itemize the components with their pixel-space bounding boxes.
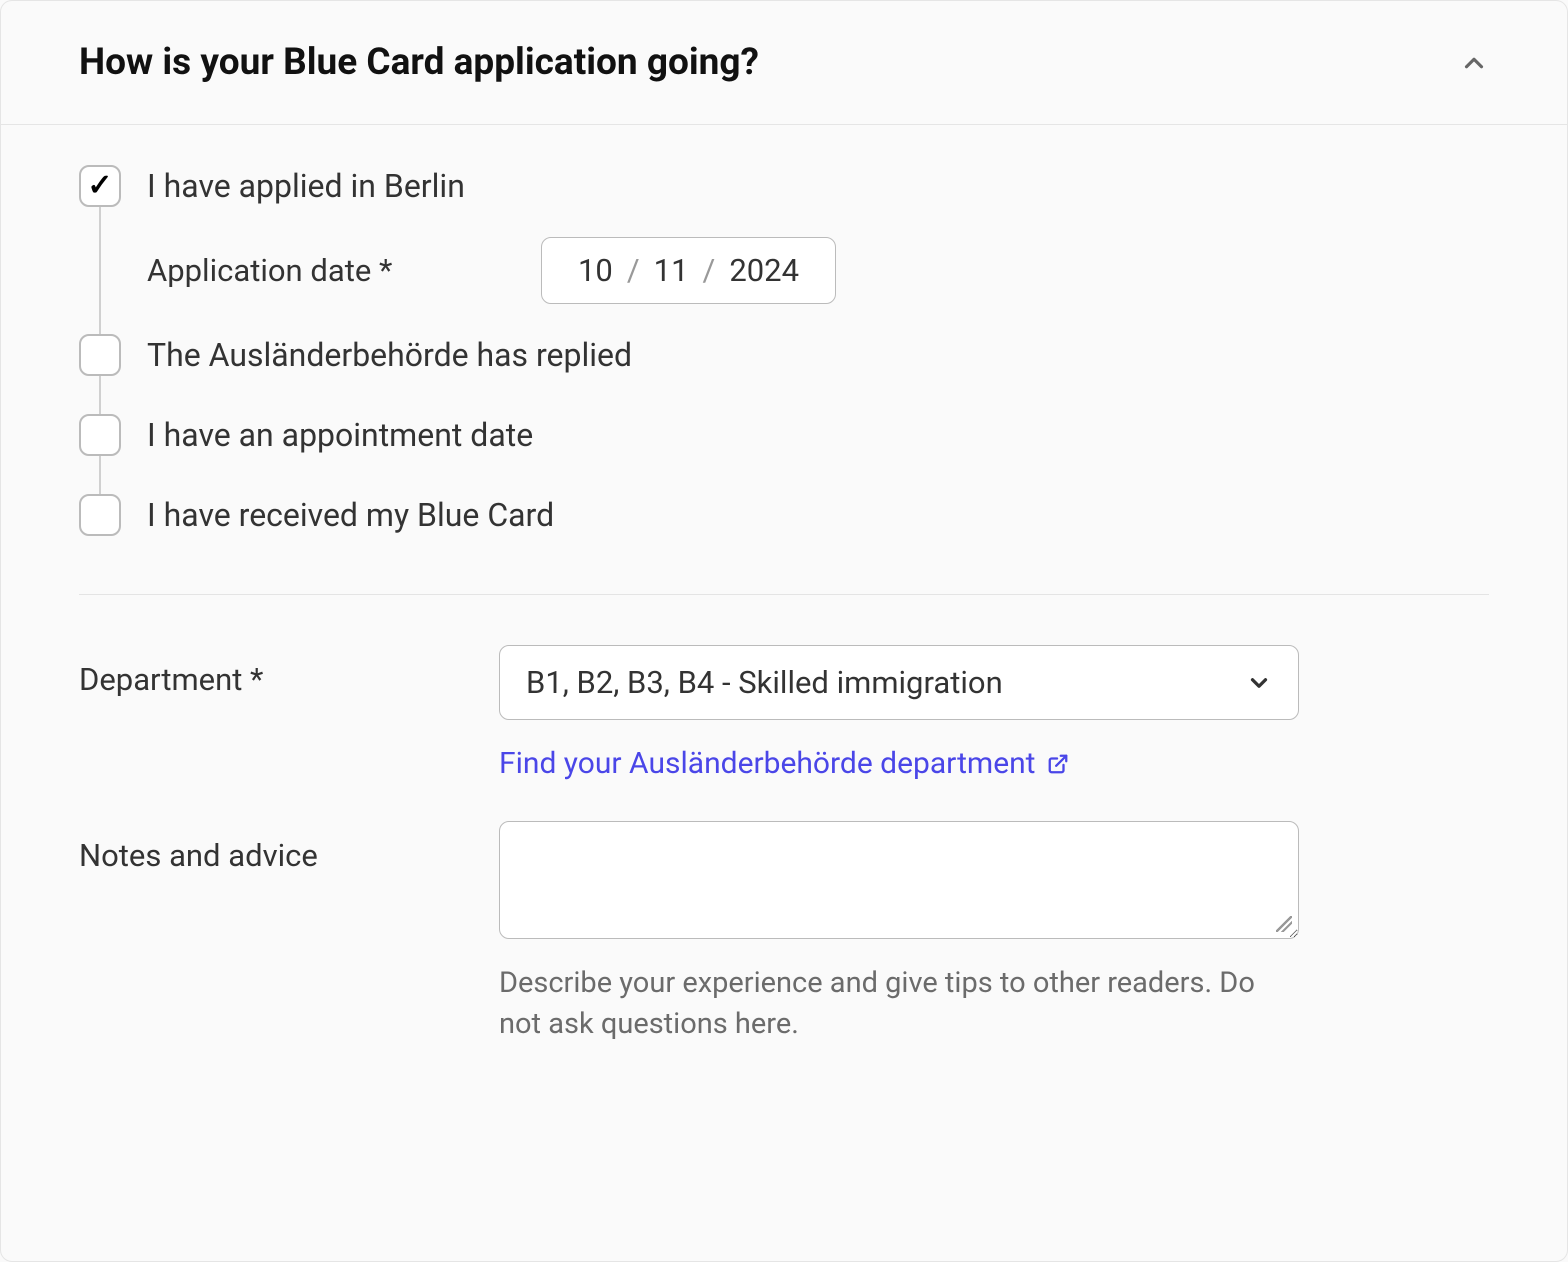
- notes-label: Notes and advice: [79, 821, 499, 874]
- department-select[interactable]: B1, B2, B3, B4 - Skilled immigration: [499, 645, 1299, 720]
- notes-help-text: Describe your experience and give tips t…: [499, 963, 1299, 1044]
- department-selected-value: B1, B2, B3, B4 - Skilled immigration: [526, 664, 1003, 701]
- department-control: B1, B2, B3, B4 - Skilled immigration Fin…: [499, 645, 1299, 781]
- connector-line: [99, 207, 101, 334]
- notes-row: Notes and advice Describe your experienc…: [79, 821, 1489, 1044]
- checkbox-appointment[interactable]: [79, 414, 121, 456]
- external-link-icon: [1047, 753, 1069, 775]
- department-label: Department *: [79, 645, 499, 698]
- checklist-item-replied: The Ausländerbehörde has replied: [79, 334, 1489, 376]
- date-month: 11: [654, 252, 689, 289]
- checklist-item-received: I have received my Blue Card: [79, 494, 1489, 536]
- find-department-link[interactable]: Find your Ausländerbehörde department: [499, 746, 1069, 781]
- connector-line: [99, 456, 101, 494]
- link-text: Find your Ausländerbehörde department: [499, 746, 1035, 781]
- date-day: 10: [578, 252, 613, 289]
- chevron-up-icon: [1459, 48, 1489, 78]
- application-date-input[interactable]: 10 / 11 / 2024: [541, 237, 836, 304]
- checkbox-label: I have applied in Berlin: [147, 167, 465, 205]
- chevron-down-icon: [1246, 670, 1272, 696]
- checkbox-applied[interactable]: [79, 165, 121, 207]
- checkbox-label: I have received my Blue Card: [147, 496, 554, 534]
- notes-textarea[interactable]: [499, 821, 1299, 939]
- section-divider: [79, 594, 1489, 595]
- checklist-item-appointment: I have an appointment date: [79, 414, 1489, 456]
- checkbox-received[interactable]: [79, 494, 121, 536]
- notes-control: Describe your experience and give tips t…: [499, 821, 1299, 1044]
- application-date-row: Application date * 10 / 11 / 2024: [147, 207, 1489, 334]
- checkbox-label: I have an appointment date: [147, 416, 533, 454]
- date-separator: /: [703, 252, 716, 289]
- form-body: I have applied in Berlin Application dat…: [1, 125, 1567, 1124]
- application-date-block: Application date * 10 / 11 / 2024: [79, 207, 1489, 334]
- form-title: How is your Blue Card application going?: [79, 41, 759, 84]
- date-separator: /: [627, 252, 640, 289]
- checkbox-replied[interactable]: [79, 334, 121, 376]
- application-date-label: Application date *: [147, 252, 517, 289]
- checklist-item-applied: I have applied in Berlin: [79, 165, 1489, 207]
- department-row: Department * B1, B2, B3, B4 - Skilled im…: [79, 645, 1489, 781]
- connector-line: [99, 376, 101, 414]
- form-card: How is your Blue Card application going?…: [0, 0, 1568, 1262]
- form-header[interactable]: How is your Blue Card application going?: [1, 1, 1567, 125]
- date-year: 2024: [729, 252, 799, 289]
- checkbox-label: The Ausländerbehörde has replied: [147, 336, 632, 374]
